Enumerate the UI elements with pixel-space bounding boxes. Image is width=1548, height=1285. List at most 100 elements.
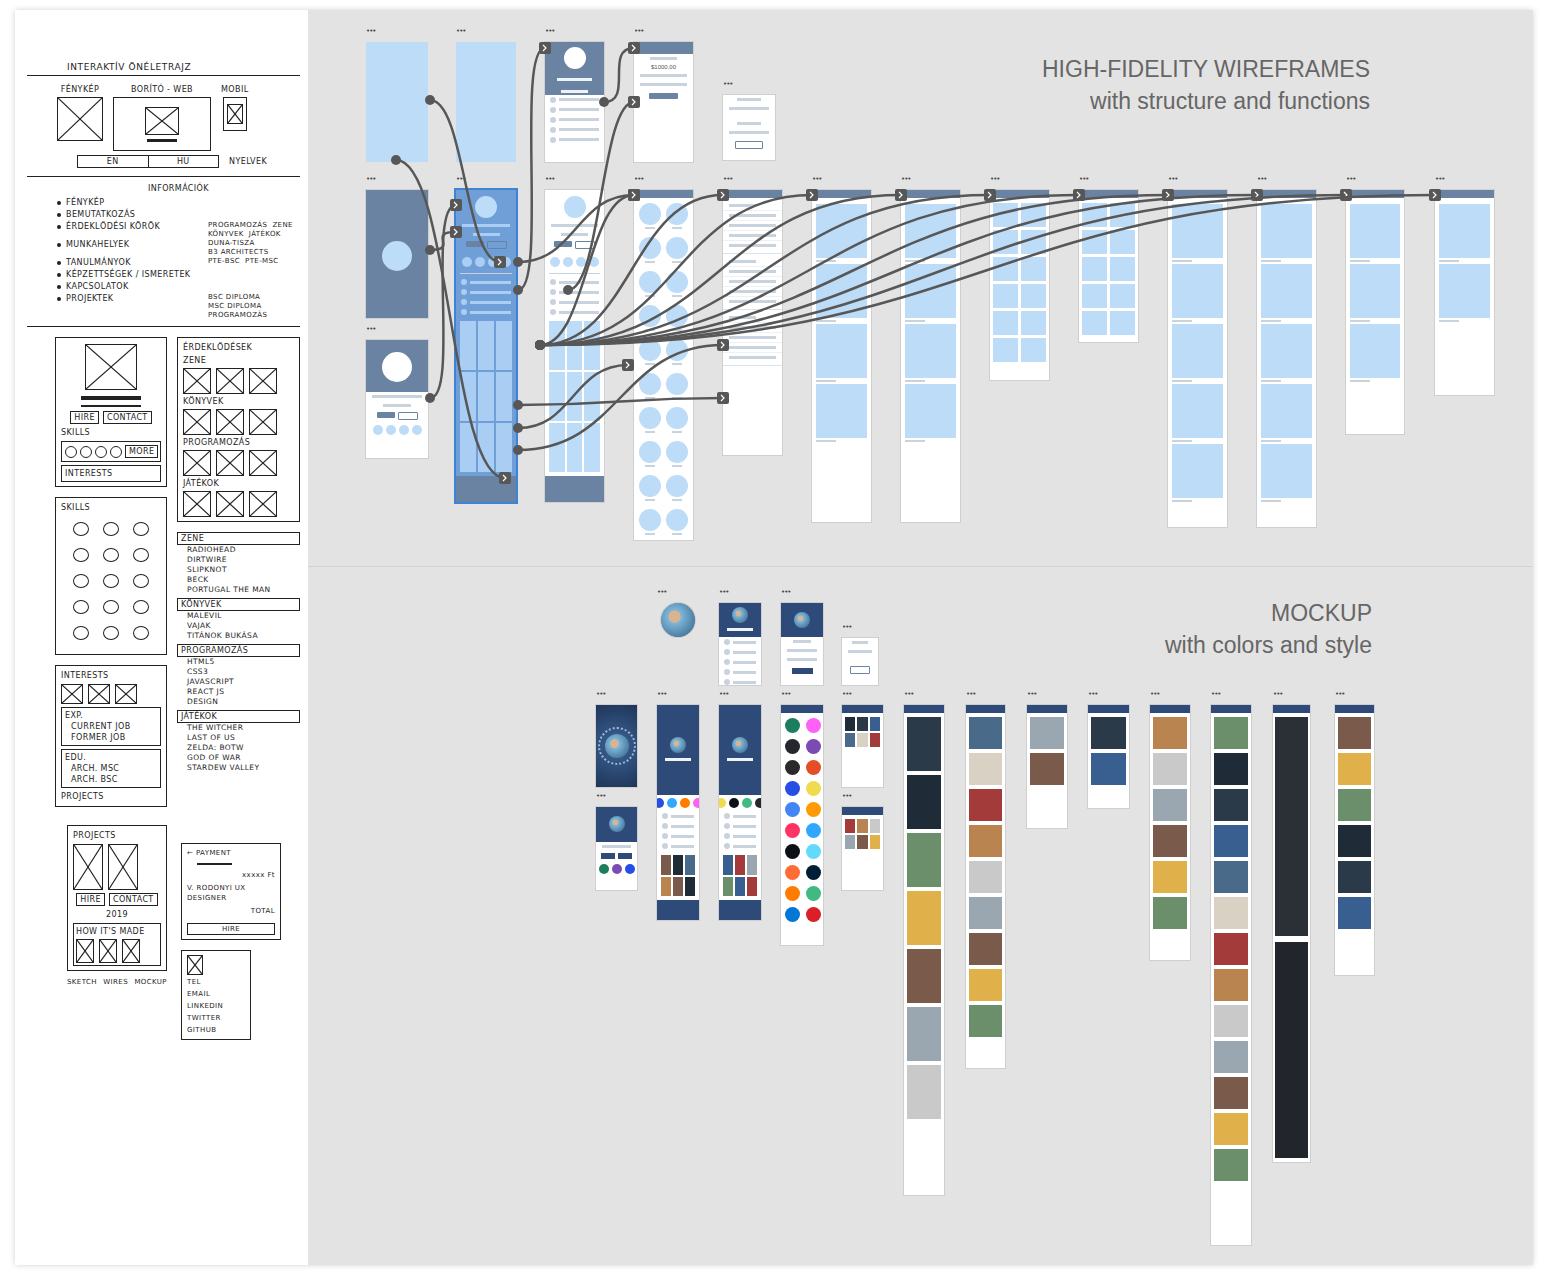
artboard-menu[interactable]: ••• <box>596 690 605 699</box>
link-start-icon[interactable] <box>535 340 545 350</box>
mockup-artboard[interactable]: ••• <box>781 603 823 685</box>
link-start-icon[interactable] <box>425 95 435 105</box>
artboard-menu[interactable]: ••• <box>842 792 851 801</box>
artboard-menu[interactable]: ••• <box>366 325 375 334</box>
artboard-menu[interactable]: ••• <box>657 690 666 699</box>
link-target-icon[interactable] <box>806 189 818 201</box>
link-target-icon[interactable] <box>1162 189 1174 201</box>
wireframe-artboard[interactable]: ••• <box>456 42 516 162</box>
wireframe-artboard[interactable]: ••• <box>1346 190 1404 434</box>
link-start-icon[interactable] <box>535 340 545 350</box>
mockup-artboard[interactable]: ••• <box>1273 705 1310 1162</box>
mockup-artboard[interactable]: ••• <box>904 705 944 1195</box>
link-start-icon[interactable] <box>535 340 545 350</box>
link-start-icon[interactable] <box>535 340 545 350</box>
artboard-menu[interactable]: ••• <box>634 27 643 36</box>
mockup-artboard[interactable]: ••• <box>1027 705 1067 828</box>
link-start-icon[interactable] <box>535 340 545 350</box>
prototype-link[interactable] <box>540 195 1079 345</box>
link-start-icon[interactable] <box>425 245 435 255</box>
wireframe-artboard[interactable]: ••• <box>366 340 428 458</box>
mockup-artboard[interactable]: ••• <box>596 705 637 787</box>
link-start-icon[interactable] <box>513 400 523 410</box>
prototype-link[interactable] <box>540 195 634 345</box>
link-target-icon[interactable] <box>450 226 462 238</box>
artboard-menu[interactable]: ••• <box>842 690 851 699</box>
prototype-link[interactable] <box>540 195 990 345</box>
link-target-icon[interactable] <box>1429 189 1441 201</box>
link-start-icon[interactable] <box>535 340 545 350</box>
wireframe-artboard[interactable]: ••• <box>723 190 782 455</box>
link-target-icon[interactable] <box>622 359 634 371</box>
artboard-menu[interactable]: ••• <box>545 27 554 36</box>
link-target-icon[interactable] <box>1340 189 1352 201</box>
prototype-link[interactable] <box>396 160 505 478</box>
wireframe-artboard[interactable]: ••• <box>366 190 428 318</box>
prototype-link[interactable] <box>518 398 723 405</box>
link-start-icon[interactable] <box>599 97 609 107</box>
artboard-menu[interactable]: ••• <box>781 690 790 699</box>
link-target-icon[interactable] <box>1073 189 1085 201</box>
artboard-menu[interactable]: ••• <box>1079 175 1088 184</box>
prototype-link[interactable] <box>430 232 456 250</box>
artboard-menu[interactable]: ••• <box>1027 690 1036 699</box>
link-start-icon[interactable] <box>535 340 545 350</box>
prototype-link[interactable] <box>430 100 500 262</box>
artboard-menu[interactable]: ••• <box>366 27 375 36</box>
link-target-icon[interactable] <box>717 189 729 201</box>
mockup-artboard[interactable]: ••• <box>842 638 878 685</box>
artboard-menu[interactable]: ••• <box>1168 175 1177 184</box>
link-start-icon[interactable] <box>513 445 523 455</box>
artboard-menu[interactable]: ••• <box>1273 690 1282 699</box>
link-start-icon[interactable] <box>425 393 435 403</box>
artboard-menu[interactable]: ••• <box>966 690 975 699</box>
wireframe-artboard[interactable]: ••• <box>545 190 604 502</box>
link-target-icon[interactable] <box>628 189 640 201</box>
wireframe-artboard[interactable]: ••• <box>456 190 516 502</box>
prototype-link[interactable] <box>540 195 1346 345</box>
wireframe-artboard[interactable]: ••• <box>1168 190 1227 527</box>
artboard-menu[interactable]: ••• <box>1257 175 1266 184</box>
artboard-menu[interactable]: ••• <box>719 690 728 699</box>
artboard-menu[interactable]: ••• <box>812 175 821 184</box>
artboard-menu[interactable]: ••• <box>719 588 728 597</box>
artboard-menu[interactable]: ••• <box>781 588 790 597</box>
prototype-link[interactable] <box>518 345 723 450</box>
link-start-icon[interactable] <box>391 155 401 165</box>
prototype-link[interactable] <box>540 195 1435 345</box>
artboard-menu[interactable]: ••• <box>596 792 605 801</box>
mockup-artboard[interactable]: ••• <box>1335 705 1374 975</box>
prototype-link[interactable] <box>540 195 901 345</box>
artboard-menu[interactable]: ••• <box>1150 690 1159 699</box>
link-target-icon[interactable] <box>628 189 640 201</box>
link-target-icon[interactable] <box>628 96 640 108</box>
prototype-link[interactable] <box>568 102 634 290</box>
mockup-artboard[interactable]: ••• <box>781 705 823 945</box>
artboard-menu[interactable]: ••• <box>1346 175 1355 184</box>
wireframe-artboard[interactable]: ••• $1000.00 <box>634 42 693 162</box>
link-start-icon[interactable] <box>535 340 545 350</box>
link-target-icon[interactable] <box>494 256 506 268</box>
mockup-artboard[interactable]: ••• <box>1211 705 1251 1245</box>
mockup-artboard[interactable]: ••• <box>719 705 761 920</box>
artboard-menu[interactable]: ••• <box>842 623 851 632</box>
link-target-icon[interactable] <box>717 339 729 351</box>
wireframe-artboard[interactable]: ••• <box>812 190 871 522</box>
artboard-menu[interactable]: ••• <box>545 175 554 184</box>
link-target-icon[interactable] <box>499 472 511 484</box>
mockup-artboard[interactable]: ••• <box>966 705 1005 1068</box>
artboard-menu[interactable]: ••• <box>901 175 910 184</box>
wireframe-artboard[interactable]: ••• <box>901 190 960 522</box>
link-start-icon[interactable] <box>535 340 545 350</box>
link-start-icon[interactable] <box>535 340 545 350</box>
link-start-icon[interactable] <box>563 285 573 295</box>
artboard-menu[interactable]: ••• <box>634 175 643 184</box>
link-start-icon[interactable] <box>513 285 523 295</box>
link-start-icon[interactable] <box>513 257 523 267</box>
artboard-menu[interactable]: ••• <box>990 175 999 184</box>
link-target-icon[interactable] <box>1251 189 1263 201</box>
prototype-link[interactable] <box>430 205 456 398</box>
wireframe-artboard[interactable]: ••• <box>366 42 428 162</box>
link-target-icon[interactable] <box>450 199 462 211</box>
mockup-artboard[interactable]: ••• <box>596 807 637 890</box>
